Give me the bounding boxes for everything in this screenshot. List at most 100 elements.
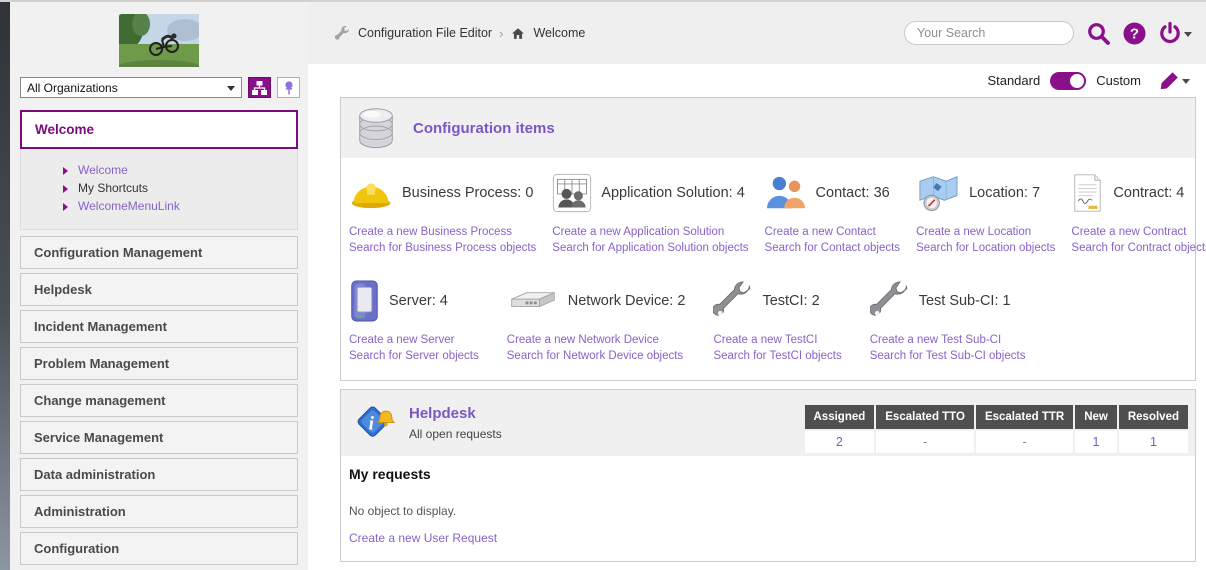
new-count-link[interactable]: 1 <box>1075 431 1117 453</box>
create-testci-link[interactable]: Create a new TestCI <box>713 333 841 349</box>
help-icon: ? <box>1123 22 1146 45</box>
ci-label: TestCI <box>762 293 811 309</box>
sidebar-section-helpdesk[interactable]: Helpdesk <box>20 273 298 306</box>
ci-count: 1 <box>1003 293 1011 309</box>
ci-count: 2 <box>677 293 685 309</box>
search-application-solution-link[interactable]: Search for Application Solution objects <box>552 241 748 257</box>
ci-cell-application-solution: Application Solution4 Create a new Appli… <box>552 170 748 256</box>
ci-cell-contract: Contract4 Create a new Contract Search f… <box>1071 170 1206 256</box>
ci-count: 2 <box>812 293 820 309</box>
sidebar: All Organizations Welcome <box>10 2 308 570</box>
toggle-knob <box>1070 74 1084 88</box>
helpdesk-icon: i <box>353 402 395 444</box>
create-application-solution-link[interactable]: Create a new Application Solution <box>552 225 748 241</box>
sidebar-section-problem-management[interactable]: Problem Management <box>20 347 298 380</box>
search-contact-link[interactable]: Search for Contact objects <box>765 241 901 257</box>
pin-menu-button[interactable] <box>277 77 300 98</box>
create-contract-link[interactable]: Create a new Contract <box>1071 225 1206 241</box>
configuration-items-body: Business Process0 Create a new Business … <box>341 158 1195 380</box>
create-server-link[interactable]: Create a new Server <box>349 333 479 349</box>
create-user-request-link[interactable]: Create a new User Request <box>349 531 497 545</box>
main-area: Configuration File Editor › Welcome <box>308 2 1206 570</box>
sidebar-item-my-shortcuts[interactable]: My Shortcuts <box>63 179 297 197</box>
logo <box>10 2 308 67</box>
ci-row-1: Business Process0 Create a new Business … <box>347 170 1189 256</box>
dashboard-content: Standard Custom <box>308 64 1206 570</box>
section-label: Administration <box>34 504 126 519</box>
ci-label: Location <box>969 185 1032 201</box>
search-input[interactable] <box>904 21 1074 45</box>
network-device-icon <box>507 289 559 314</box>
col-new: New <box>1075 405 1117 429</box>
sidebar-item-welcomemenulink[interactable]: WelcomeMenuLink <box>63 197 297 215</box>
breadcrumb: Configuration File Editor › Welcome <box>334 25 585 42</box>
section-label: Problem Management <box>34 356 169 371</box>
col-escalated-ttr: Escalated TTR <box>976 405 1073 429</box>
ci-label: Contact <box>816 185 874 201</box>
edit-dashboard-button[interactable] <box>1159 70 1190 91</box>
business-process-icon <box>349 174 393 212</box>
search-zone: ? <box>904 21 1192 46</box>
helpdesk-titles: Helpdesk All open requests <box>409 405 502 441</box>
sidebar-section-data-administration[interactable]: Data administration <box>20 458 298 491</box>
logo-image <box>119 14 199 67</box>
application-solution-icon <box>552 173 592 213</box>
pencil-icon <box>1159 70 1180 91</box>
ci-cell-network-device: Network Device2 Create a new Network Dev… <box>507 278 686 364</box>
server-icon <box>349 279 380 323</box>
search-test-sub-ci-link[interactable]: Search for Test Sub-CI objects <box>870 349 1026 365</box>
power-icon <box>1158 21 1182 45</box>
sidebar-section-change-management[interactable]: Change management <box>20 384 298 417</box>
search-icon <box>1086 21 1111 46</box>
section-label: Service Management <box>34 430 163 445</box>
search-server-link[interactable]: Search for Server objects <box>349 349 479 365</box>
search-network-device-link[interactable]: Search for Network Device objects <box>507 349 686 365</box>
search-testci-link[interactable]: Search for TestCI objects <box>713 349 841 365</box>
sidebar-section-incident-management[interactable]: Incident Management <box>20 310 298 343</box>
sidebar-item-welcome[interactable]: Welcome <box>63 161 297 179</box>
ci-label: Server <box>389 293 440 309</box>
my-requests-section: My requests No object to display. Create… <box>341 456 1195 561</box>
col-resolved: Resolved <box>1119 405 1188 429</box>
org-hierarchy-button[interactable] <box>248 77 271 98</box>
organization-select[interactable]: All Organizations <box>20 77 242 98</box>
chevron-down-icon <box>227 86 235 95</box>
chevron-down-icon <box>1184 32 1192 41</box>
configuration-items-header: Configuration items <box>341 98 1195 158</box>
section-label: Helpdesk <box>34 282 92 297</box>
ci-cell-location: Location7 Create a new Location Search f… <box>916 170 1055 256</box>
create-location-link[interactable]: Create a new Location <box>916 225 1055 241</box>
standard-custom-toggle[interactable] <box>1050 72 1086 90</box>
ci-count: 7 <box>1032 185 1040 201</box>
breadcrumb-root-link[interactable]: Configuration File Editor <box>358 26 492 40</box>
breadcrumb-current[interactable]: Welcome <box>533 26 585 40</box>
create-contact-link[interactable]: Create a new Contact <box>765 225 901 241</box>
create-business-process-link[interactable]: Create a new Business Process <box>349 225 536 241</box>
assigned-count-link[interactable]: 2 <box>805 431 875 453</box>
create-network-device-link[interactable]: Create a new Network Device <box>507 333 686 349</box>
create-test-sub-ci-link[interactable]: Create a new Test Sub-CI <box>870 333 1026 349</box>
help-button[interactable]: ? <box>1123 22 1146 45</box>
wrench-icon <box>334 25 351 42</box>
search-business-process-link[interactable]: Search for Business Process objects <box>349 241 536 257</box>
sidebar-section-configuration-management[interactable]: Configuration Management <box>20 236 298 269</box>
search-contract-link[interactable]: Search for Contract objects <box>1071 241 1206 257</box>
sidebar-section-service-management[interactable]: Service Management <box>20 421 298 454</box>
resolved-count-link[interactable]: 1 <box>1119 431 1188 453</box>
bullet-arrow-icon <box>63 203 72 211</box>
sidebar-section-administration[interactable]: Administration <box>20 495 298 528</box>
search-button[interactable] <box>1086 21 1111 46</box>
section-label: Data administration <box>34 467 155 482</box>
sidebar-section-welcome[interactable]: Welcome <box>20 110 298 149</box>
bullet-arrow-icon <box>63 185 72 193</box>
ci-count: 4 <box>1176 185 1184 201</box>
sidebar-section-welcome-label: Welcome <box>35 122 94 137</box>
section-label: Configuration Management <box>34 245 202 260</box>
ci-label: Contract <box>1113 185 1176 201</box>
search-location-link[interactable]: Search for Location objects <box>916 241 1055 257</box>
helpdesk-panel: i Helpdesk All open requests Assigned Es… <box>340 389 1196 562</box>
top-bar: Configuration File Editor › Welcome <box>308 2 1206 64</box>
logout-menu-button[interactable] <box>1158 21 1192 45</box>
sidebar-section-configuration[interactable]: Configuration <box>20 532 298 565</box>
section-label: Change management <box>34 393 165 408</box>
